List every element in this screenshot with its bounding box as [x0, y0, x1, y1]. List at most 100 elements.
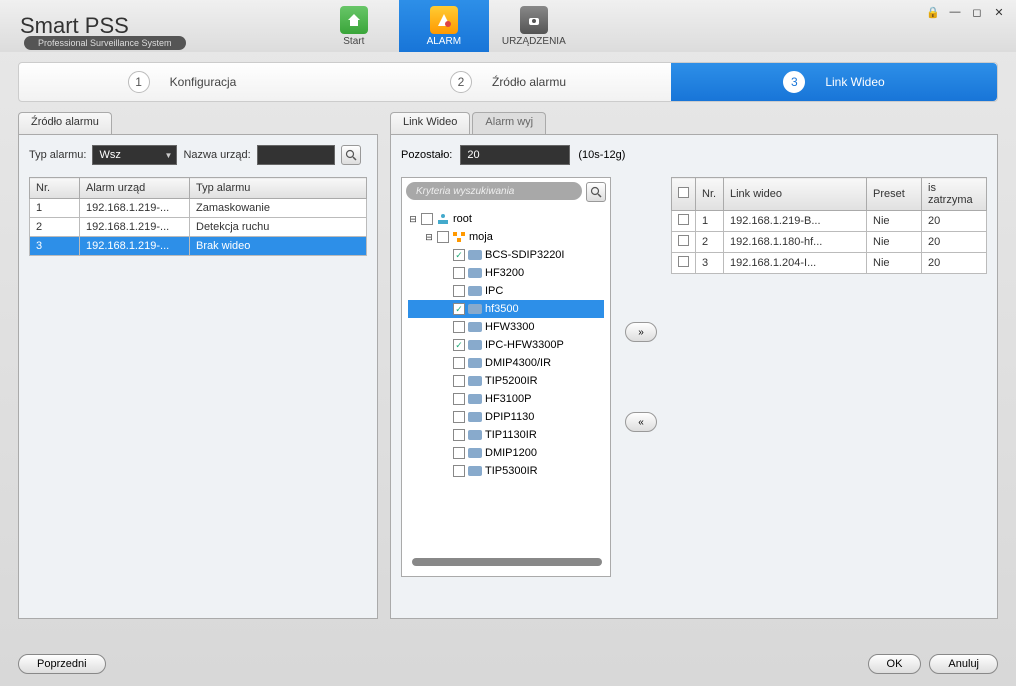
- camera-icon: [468, 448, 482, 458]
- nav-start[interactable]: Start: [309, 0, 399, 52]
- main-area: Źródło alarmu Typ alarmu: Wsz Nazwa urzą…: [0, 102, 1016, 619]
- remove-button[interactable]: «: [625, 412, 657, 432]
- tab-alarm-source[interactable]: Źródło alarmu: [18, 112, 112, 134]
- device-icon: [520, 6, 548, 34]
- nav-devices-label: URZĄDZENIA: [502, 36, 566, 47]
- tree-node[interactable]: DMIP1200: [408, 444, 604, 462]
- step-num-1: 1: [128, 71, 150, 93]
- nav-start-label: Start: [343, 36, 364, 47]
- minimize-button[interactable]: —: [948, 6, 962, 19]
- camera-icon: [468, 268, 482, 278]
- tree-node[interactable]: DMIP4300/IR: [408, 354, 604, 372]
- device-tree-col: ⊟root⊟mojaBCS-SDIP3220IHF3200IPChf3500HF…: [401, 177, 611, 577]
- ok-button[interactable]: OK: [868, 654, 922, 674]
- table-row[interactable]: 1192.168.1.219-...Zamaskowanie: [30, 199, 367, 218]
- step-label-2: Źródło alarmu: [492, 75, 566, 89]
- alarm-table: Nr. Alarm urząd Typ alarmu 1192.168.1.21…: [29, 177, 367, 256]
- table-row[interactable]: 1192.168.1.219-B...Nie20: [672, 211, 987, 232]
- table-row[interactable]: 3192.168.1.219-...Brak wideo: [30, 237, 367, 256]
- step-num-3: 3: [783, 71, 805, 93]
- tree-node[interactable]: ⊟root: [408, 210, 604, 228]
- arrow-col: » «: [621, 177, 661, 577]
- search-button[interactable]: [341, 145, 361, 165]
- col-dev[interactable]: Alarm urząd: [80, 178, 190, 199]
- alarm-icon: [430, 6, 458, 34]
- tree-search-input[interactable]: [406, 182, 582, 200]
- step-num-2: 2: [450, 71, 472, 93]
- row-checkbox[interactable]: [678, 235, 689, 246]
- step-config[interactable]: 1 Konfiguracja: [19, 63, 345, 101]
- add-button[interactable]: »: [625, 322, 657, 342]
- tree-node[interactable]: HF3100P: [408, 390, 604, 408]
- camera-icon: [468, 430, 482, 440]
- prev-button[interactable]: Poprzedni: [18, 654, 106, 674]
- col-link-video[interactable]: Link wideo: [724, 178, 867, 211]
- col-nr[interactable]: Nr.: [30, 178, 80, 199]
- col-type[interactable]: Typ alarmu: [190, 178, 367, 199]
- camera-icon: [468, 358, 482, 368]
- nav-alarm[interactable]: ALARM: [399, 0, 489, 52]
- name-label: Nazwa urząd:: [183, 149, 250, 161]
- camera-icon: [468, 412, 482, 422]
- search-icon: [590, 186, 602, 198]
- step-label-3: Link Wideo: [825, 75, 884, 89]
- row-checkbox[interactable]: [678, 256, 689, 267]
- tree-node[interactable]: ⊟moja: [408, 228, 604, 246]
- col-stay[interactable]: is zatrzyma: [922, 178, 987, 211]
- camera-icon: [468, 286, 482, 296]
- step-link[interactable]: 3 Link Wideo: [671, 63, 997, 101]
- tree-node[interactable]: IPC: [408, 282, 604, 300]
- tree-node[interactable]: TIP5300IR: [408, 462, 604, 480]
- tree-node[interactable]: IPC-HFW3300P: [408, 336, 604, 354]
- tab-link-video[interactable]: Link Wideo: [390, 112, 470, 134]
- link-video-panel: Link Wideo Alarm wyj Pozostało: (10s-12g…: [390, 112, 998, 619]
- cancel-button[interactable]: Anuluj: [929, 654, 998, 674]
- step-source[interactable]: 2 Źródło alarmu: [345, 63, 671, 101]
- nav-alarm-label: ALARM: [427, 36, 461, 47]
- link-table: Nr. Link wideo Preset is zatrzyma 1192.1…: [671, 177, 987, 274]
- alarm-type-select[interactable]: Wsz: [92, 145, 177, 165]
- window-controls: 🔒 — ◻ ✕: [926, 6, 1006, 19]
- camera-icon: [468, 322, 482, 332]
- title-bar: Smart PSS Professional Surveillance Syst…: [0, 0, 1016, 52]
- tree-node[interactable]: TIP5200IR: [408, 372, 604, 390]
- tree-node[interactable]: hf3500: [408, 300, 604, 318]
- camera-icon: [468, 376, 482, 386]
- device-tree: ⊟root⊟mojaBCS-SDIP3220IHF3200IPChf3500HF…: [401, 177, 611, 577]
- tree-search-button[interactable]: [586, 182, 606, 202]
- remain-input[interactable]: [460, 145, 570, 165]
- table-row[interactable]: 2192.168.1.219-...Detekcja ruchu: [30, 218, 367, 237]
- tree-scrollbar[interactable]: [412, 558, 602, 566]
- table-row[interactable]: 3192.168.1.204-I...Nie20: [672, 253, 987, 274]
- close-button[interactable]: ✕: [992, 6, 1006, 19]
- lock-icon[interactable]: 🔒: [926, 6, 940, 19]
- alarm-source-panel: Źródło alarmu Typ alarmu: Wsz Nazwa urzą…: [18, 112, 378, 619]
- home-icon: [340, 6, 368, 34]
- wizard-steps: 1 Konfiguracja 2 Źródło alarmu 3 Link Wi…: [18, 62, 998, 102]
- camera-icon: [468, 394, 482, 404]
- device-name-input[interactable]: [257, 145, 335, 165]
- nav-tabs: Start ALARM URZĄDZENIA: [309, 0, 579, 52]
- camera-icon: [468, 304, 482, 314]
- table-row[interactable]: 2192.168.1.180-hf...Nie20: [672, 232, 987, 253]
- select-all-checkbox[interactable]: [678, 187, 689, 198]
- search-icon: [345, 149, 357, 161]
- col-link-nr[interactable]: Nr.: [696, 178, 724, 211]
- tree-node[interactable]: HF3200: [408, 264, 604, 282]
- remain-label: Pozostało:: [401, 149, 452, 161]
- tab-alarm-out[interactable]: Alarm wyj: [472, 112, 546, 134]
- row-checkbox[interactable]: [678, 214, 689, 225]
- app-subtitle: Professional Surveillance System: [24, 36, 186, 50]
- col-check[interactable]: [672, 178, 696, 211]
- nav-devices[interactable]: URZĄDZENIA: [489, 0, 579, 52]
- tree-node[interactable]: DPIP1130: [408, 408, 604, 426]
- camera-icon: [468, 466, 482, 476]
- tree-node[interactable]: BCS-SDIP3220I: [408, 246, 604, 264]
- maximize-button[interactable]: ◻: [970, 6, 984, 19]
- col-preset[interactable]: Preset: [867, 178, 922, 211]
- tree-node[interactable]: TIP1130IR: [408, 426, 604, 444]
- tree-node[interactable]: HFW3300: [408, 318, 604, 336]
- remain-row: Pozostało: (10s-12g): [401, 145, 987, 165]
- filter-row: Typ alarmu: Wsz Nazwa urząd:: [29, 145, 367, 165]
- camera-icon: [468, 250, 482, 260]
